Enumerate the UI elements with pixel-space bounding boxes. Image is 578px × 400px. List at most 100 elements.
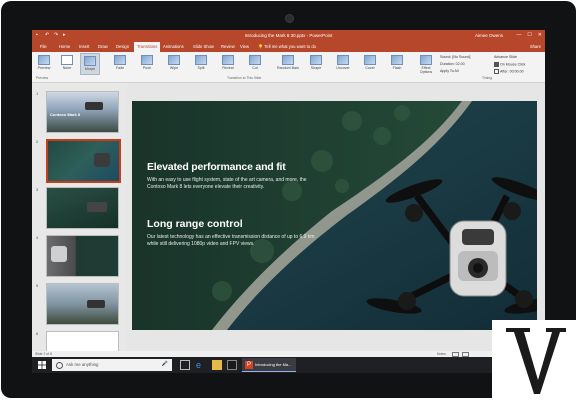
taskbar-search-box[interactable]: Ask me anything 🎤: [52, 359, 172, 371]
tab-insert[interactable]: Insert: [79, 44, 89, 49]
slide-number: 1: [36, 91, 39, 96]
store-icon[interactable]: [227, 360, 237, 370]
slide-thumbnail-4[interactable]: 4: [36, 235, 126, 281]
transition-shape[interactable]: Shape: [306, 53, 326, 75]
slide-number: 3: [36, 187, 39, 192]
reveal-icon: [222, 55, 234, 65]
slide-thumb-image: [46, 187, 119, 229]
none-icon: [61, 55, 73, 65]
microphone-icon[interactable]: 🎤: [162, 361, 168, 367]
camera-icon: [285, 14, 294, 23]
close-button[interactable]: ✕: [538, 32, 542, 38]
tab-slide-show[interactable]: Slide Show: [193, 44, 214, 49]
slide-thumbnail-2[interactable]: 2: [36, 139, 126, 185]
apply-to-all-button[interactable]: Apply To All: [440, 69, 459, 73]
slide-thumb-image: [46, 235, 119, 277]
checkbox-icon[interactable]: [494, 69, 499, 74]
slide-counter: Slide 2 of 6: [35, 352, 52, 356]
slide-thumb-image: Contoso Mark 8: [46, 91, 119, 133]
duration-label: Duration:: [440, 62, 455, 66]
windows-start-icon[interactable]: [38, 361, 46, 369]
slide-thumb-image: [46, 139, 121, 183]
notes-button[interactable]: Notes: [437, 352, 446, 356]
tab-file[interactable]: File: [40, 44, 47, 49]
slide-canvas[interactable]: Elevated performance and fit With an eas…: [132, 101, 537, 330]
flash-icon: [391, 55, 403, 65]
camera-image: [51, 246, 67, 262]
cut-icon: [249, 55, 261, 65]
tab-draw[interactable]: Draw: [98, 44, 108, 49]
advance-slide-label: Advance Slide: [494, 55, 517, 59]
title-bar: ▪ ↶ ↷ ▸ Introducing the Mark 8 30.pptx -…: [32, 30, 545, 42]
fade-icon: [114, 55, 126, 65]
on-mouse-click-option[interactable]: On Mouse Click: [494, 62, 525, 67]
user-name[interactable]: Aimee Owens: [475, 33, 503, 38]
transition-wipe[interactable]: Wipe: [164, 53, 184, 75]
slide-body-1[interactable]: With an easy to use flight system, state…: [147, 177, 322, 191]
transition-split[interactable]: Split: [191, 53, 211, 75]
tab-design[interactable]: Design: [116, 44, 129, 49]
tell-me-box[interactable]: 💡 Tell me what you want to do: [258, 44, 316, 50]
slide-heading-2[interactable]: Long range control: [147, 218, 243, 230]
group-timing-label: Timing: [482, 76, 493, 80]
slide-thumb-caption: Contoso Mark 8: [50, 112, 81, 117]
slide-body-2[interactable]: Our latest technology has an effective t…: [147, 234, 322, 248]
transition-fade[interactable]: Fade: [110, 53, 130, 75]
transition-reveal[interactable]: Reveal: [218, 53, 238, 75]
sound-field[interactable]: Sound: [No Sound]: [440, 55, 470, 59]
effect-options-button[interactable]: Effect Options: [415, 53, 437, 75]
push-icon: [141, 55, 153, 65]
slide-thumb-image: [46, 283, 119, 325]
sound-value: [No Sound]: [452, 55, 471, 59]
search-placeholder: Ask me anything: [66, 362, 99, 367]
transition-label: Wipe: [169, 66, 179, 70]
task-view-icon[interactable]: [180, 360, 190, 370]
transition-cut[interactable]: Cut: [245, 53, 265, 75]
after-label: After:: [500, 69, 509, 74]
preview-button[interactable]: Preview: [34, 53, 54, 75]
after-value: 00:00.00: [509, 69, 524, 74]
slide-number: 5: [36, 283, 39, 288]
window-controls: — ☐ ✕: [516, 32, 542, 38]
file-explorer-icon[interactable]: [212, 360, 222, 370]
transition-label: Push: [142, 66, 152, 70]
transition-random-bars[interactable]: Random Bars: [275, 53, 301, 75]
transition-cover[interactable]: Cover: [360, 53, 380, 75]
window-title: Introducing the Mark 8 30.pptx - PowerPo…: [244, 33, 333, 38]
group-transition-label: Transition to This Slide: [227, 76, 262, 80]
maximize-button[interactable]: ☐: [527, 32, 531, 38]
transition-label: Split: [197, 66, 205, 70]
minimize-button[interactable]: —: [516, 32, 521, 38]
tab-home[interactable]: Home: [59, 44, 70, 49]
transition-push[interactable]: Push: [137, 53, 157, 75]
transition-flash[interactable]: Flash: [387, 53, 407, 75]
group-preview-label: Preview: [36, 76, 49, 80]
tab-review[interactable]: Review: [221, 44, 235, 49]
watermark-logo: [492, 320, 578, 400]
preview-label: Preview: [37, 66, 51, 70]
slide-thumbnail-1[interactable]: 1 Contoso Mark 8: [36, 91, 126, 137]
tab-view[interactable]: View: [240, 44, 249, 49]
slide-thumbnail-5[interactable]: 5: [36, 283, 126, 329]
taskbar-powerpoint-app[interactable]: P Introducing the Ma...: [242, 358, 296, 372]
sound-label: Sound:: [440, 55, 452, 59]
effect-options-icon: [420, 55, 432, 65]
drone-image: [87, 300, 105, 308]
share-button[interactable]: Share: [530, 44, 541, 49]
edge-icon[interactable]: e: [196, 360, 206, 370]
duration-field[interactable]: Duration: 02.00: [440, 62, 465, 66]
transition-label: Reveal: [222, 66, 234, 70]
slides-panel: 1 Contoso Mark 8 2 3 4 5 6: [32, 83, 127, 373]
tab-animations[interactable]: Animations: [163, 44, 184, 49]
slide-heading-1[interactable]: Elevated performance and fit: [147, 161, 286, 173]
transition-none[interactable]: None: [57, 53, 77, 75]
transition-morph[interactable]: Morph: [80, 53, 100, 75]
checkbox-icon[interactable]: [494, 62, 499, 67]
transition-label: Uncover: [336, 66, 350, 70]
powerpoint-icon: P: [245, 361, 253, 369]
shape-icon: [310, 55, 322, 65]
slide-thumbnail-3[interactable]: 3: [36, 187, 126, 233]
tab-transitions[interactable]: Transitions: [134, 42, 161, 52]
after-option[interactable]: After: 00:00.00: [494, 69, 524, 74]
transition-uncover[interactable]: Uncover: [333, 53, 353, 75]
